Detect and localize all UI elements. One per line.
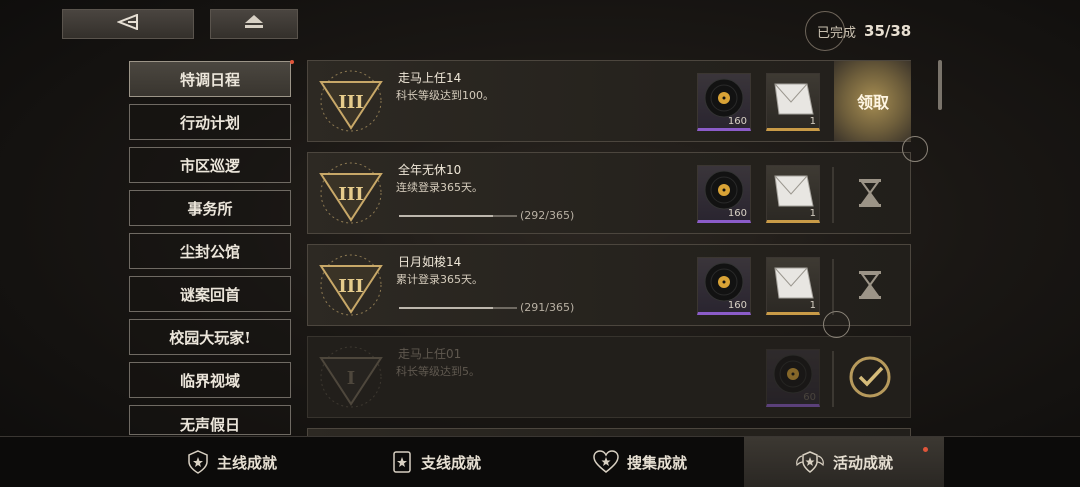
achievement-card-completed: I 走马上任01 科长等级达到5。 60 — [307, 336, 911, 418]
achievement-list: III 走马上任14 科长等级达到100。 160 1 领取 III 全年无休1… — [307, 58, 911, 436]
tab-collection-achievements[interactable]: 搜集成就 — [540, 437, 740, 487]
achievement-title: 日月如梭14 — [398, 255, 462, 269]
home-button[interactable] — [210, 9, 298, 39]
achievement-desc: 连续登录365天。 — [396, 181, 483, 194]
shield-star-icon — [187, 450, 209, 474]
list-scrollbar[interactable] — [938, 60, 942, 110]
reward-item-vinyl[interactable]: 160 — [697, 73, 751, 131]
divider — [832, 167, 834, 223]
notice-dot — [923, 447, 928, 452]
sidebar-item-label: 事务所 — [187, 199, 233, 218]
sidebar-item-action-plan[interactable]: 行动计划 — [129, 104, 291, 140]
back-arrow-icon — [116, 13, 139, 34]
progress-bar — [399, 215, 517, 217]
sidebar-item-critical-view[interactable]: 临界视域 — [129, 362, 291, 398]
svg-text:III: III — [338, 276, 363, 297]
reward-qty: 60 — [803, 392, 816, 403]
svg-text:III: III — [338, 92, 363, 113]
hourglass-icon — [848, 171, 892, 215]
eject-home-icon — [244, 14, 264, 34]
back-button[interactable] — [62, 9, 194, 39]
sidebar-item-agency[interactable]: 事务所 — [129, 190, 291, 226]
achievement-card: III 走马上任14 科长等级达到100。 160 1 领取 — [307, 60, 911, 142]
heart-shield-icon — [593, 450, 619, 474]
achievement-title: 走马上任01 — [398, 347, 462, 361]
reward-qty: 160 — [727, 208, 747, 219]
reward-item-ticket[interactable]: 1 — [766, 257, 820, 315]
progress-bar — [399, 307, 517, 309]
achievement-tab-bar: 主线成就 支线成就 搜集成就 活动成就 — [0, 436, 1080, 487]
reward-item-vinyl[interactable]: 160 — [697, 165, 751, 223]
completion-counter: 已完成 35/38 — [805, 11, 912, 51]
tab-label: 活动成就 — [832, 453, 893, 472]
decor-ring — [902, 136, 928, 162]
reward-item-vinyl[interactable]: 60 — [766, 349, 820, 407]
divider — [832, 351, 834, 407]
svg-text:I: I — [347, 368, 355, 389]
decor-ring — [823, 311, 850, 338]
completed-check-icon — [848, 355, 892, 399]
achievement-desc: 累计登录365天。 — [396, 273, 483, 286]
achievement-card: III 全年无休10 连续登录365天。 (292/365) 160 1 — [307, 152, 911, 234]
sidebar-item-label: 谜案回首 — [179, 285, 240, 304]
achievement-desc: 科长等级达到100。 — [396, 89, 494, 102]
shield-star-icon — [391, 450, 413, 474]
tab-label: 主线成就 — [216, 453, 277, 472]
achievement-card: III 日月如梭14 累计登录365天。 (291/365) 160 1 — [307, 244, 911, 326]
sidebar-item-label: 特调日程 — [179, 70, 240, 89]
rank-emblem-icon: III — [319, 254, 383, 316]
divider — [832, 259, 834, 315]
rank-emblem-icon: III — [319, 162, 383, 224]
svg-text:III: III — [338, 184, 363, 205]
sidebar-item-case-review[interactable]: 谜案回首 — [129, 276, 291, 312]
reward-qty: 160 — [727, 300, 747, 311]
sidebar-item-campus-player[interactable]: 校园大玩家! — [129, 319, 291, 355]
achievement-title: 全年无休10 — [398, 163, 462, 177]
sidebar-item-label: 无声假日 — [179, 416, 240, 434]
reward-qty: 1 — [809, 208, 816, 219]
notice-dot — [290, 60, 294, 64]
reward-item-ticket[interactable]: 1 — [766, 73, 820, 131]
rank-emblem-icon: I — [319, 346, 383, 408]
tab-label: 搜集成就 — [626, 453, 687, 472]
sidebar-item-special-schedule[interactable]: 特调日程 — [129, 60, 294, 97]
completion-label: 已完成 — [817, 25, 857, 41]
hourglass-icon — [848, 263, 892, 307]
achievement-desc: 科长等级达到5。 — [396, 365, 480, 378]
tab-main-achievements[interactable]: 主线成就 — [132, 437, 332, 487]
achievement-card-partial — [307, 428, 911, 436]
reward-item-vinyl[interactable]: 160 — [697, 257, 751, 315]
progress-text: (291/365) — [520, 301, 575, 314]
completion-count: 35/38 — [864, 22, 912, 40]
reward-qty: 160 — [727, 116, 747, 127]
sidebar-item-label: 尘封公馆 — [179, 242, 240, 261]
sidebar-item-label: 市区巡逻 — [179, 156, 240, 175]
sidebar-item-silent-holiday[interactable]: 无声假日 — [129, 405, 291, 435]
reward-qty: 1 — [809, 300, 816, 311]
reward-item-ticket[interactable]: 1 — [766, 165, 820, 223]
sidebar-item-label: 校园大玩家! — [169, 328, 251, 347]
sidebar-item-dusty-mansion[interactable]: 尘封公馆 — [129, 233, 291, 269]
claim-button[interactable]: 领取 — [834, 61, 911, 141]
tab-side-achievements[interactable]: 支线成就 — [336, 437, 536, 487]
claim-button-label: 领取 — [856, 93, 889, 112]
progress-text: (292/365) — [520, 209, 575, 222]
sidebar-item-city-patrol[interactable]: 市区巡逻 — [129, 147, 291, 183]
sidebar-item-label: 临界视域 — [179, 371, 240, 390]
rank-emblem-icon: III — [319, 70, 383, 132]
reward-qty: 1 — [809, 116, 816, 127]
sidebar-item-label: 行动计划 — [179, 113, 240, 132]
tab-event-achievements[interactable]: 活动成就 — [744, 437, 944, 487]
winged-shield-icon — [795, 450, 825, 474]
tab-label: 支线成就 — [420, 453, 481, 472]
achievement-title: 走马上任14 — [398, 71, 462, 85]
